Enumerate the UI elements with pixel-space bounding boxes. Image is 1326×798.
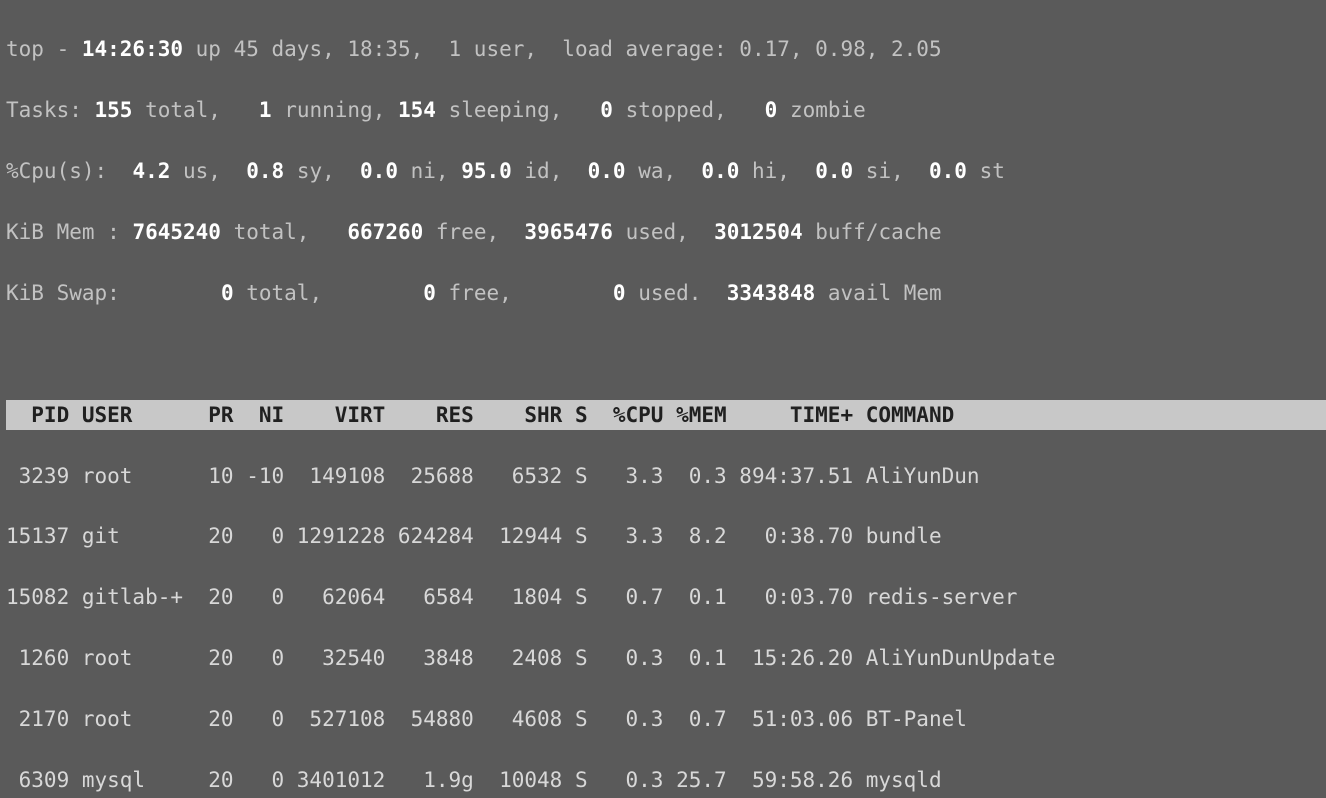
- blank-line: [6, 339, 1326, 369]
- summary-line-tasks: Tasks: 155 total, 1 running, 154 sleepin…: [6, 95, 1326, 125]
- process-row: 2170 root 20 0 527108 54880 4608 S 0.3 0…: [6, 704, 1326, 734]
- process-row: 1260 root 20 0 32540 3848 2408 S 0.3 0.1…: [6, 643, 1326, 673]
- process-row: 15082 gitlab-+ 20 0 62064 6584 1804 S 0.…: [6, 582, 1326, 612]
- summary-line-cpu: %Cpu(s): 4.2 us, 0.8 sy, 0.0 ni, 95.0 id…: [6, 156, 1326, 186]
- summary-line-uptime: top - 14:26:30 up 45 days, 18:35, 1 user…: [6, 34, 1326, 64]
- process-table-header: PID USER PR NI VIRT RES SHR S %CPU %MEM …: [6, 400, 1326, 430]
- terminal-top-output: top - 14:26:30 up 45 days, 18:35, 1 user…: [0, 0, 1326, 798]
- process-row: 3239 root 10 -10 149108 25688 6532 S 3.3…: [6, 461, 1326, 491]
- summary-line-swap: KiB Swap: 0 total, 0 free, 0 used. 33438…: [6, 278, 1326, 308]
- summary-line-mem: KiB Mem : 7645240 total, 667260 free, 39…: [6, 217, 1326, 247]
- process-row: 6309 mysql 20 0 3401012 1.9g 10048 S 0.3…: [6, 765, 1326, 795]
- process-row: 15137 git 20 0 1291228 624284 12944 S 3.…: [6, 521, 1326, 551]
